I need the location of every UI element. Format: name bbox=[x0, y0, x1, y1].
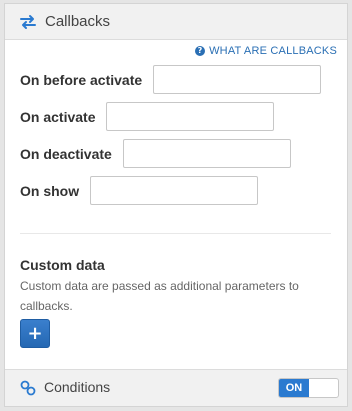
what-are-callbacks-link[interactable]: ? WHAT ARE CALLBACKS bbox=[195, 45, 337, 57]
on-deactivate-input[interactable] bbox=[123, 139, 291, 168]
on-show-label: On show bbox=[20, 183, 80, 199]
on-show-input[interactable] bbox=[90, 176, 258, 205]
swap-arrows-icon bbox=[20, 15, 36, 29]
on-before-activate-input[interactable] bbox=[153, 65, 321, 94]
on-activate-label: On activate bbox=[20, 109, 96, 125]
custom-data-title: Custom data bbox=[20, 257, 105, 273]
toggle-on-label: ON bbox=[279, 379, 309, 397]
on-activate-input[interactable] bbox=[106, 102, 274, 131]
conditions-header[interactable]: Conditions ON bbox=[5, 369, 347, 406]
custom-data-description: Custom data are passed as additional par… bbox=[20, 279, 299, 313]
callbacks-header[interactable]: Callbacks bbox=[5, 4, 347, 40]
on-before-activate-label: On before activate bbox=[20, 72, 143, 88]
question-circle-icon: ? bbox=[195, 46, 206, 56]
on-deactivate-label: On deactivate bbox=[20, 146, 112, 162]
link-icon bbox=[20, 380, 36, 396]
callbacks-panel: Callbacks ? WHAT ARE CALLBACKS On before… bbox=[4, 3, 348, 407]
panel-title: Callbacks bbox=[45, 13, 111, 30]
plus-icon: + bbox=[27, 323, 43, 344]
section-divider bbox=[20, 233, 331, 234]
add-custom-data-button[interactable]: + bbox=[20, 319, 50, 348]
conditions-title: Conditions bbox=[44, 379, 111, 395]
help-link-label: WHAT ARE CALLBACKS bbox=[209, 45, 337, 57]
conditions-toggle[interactable]: ON bbox=[278, 378, 339, 398]
